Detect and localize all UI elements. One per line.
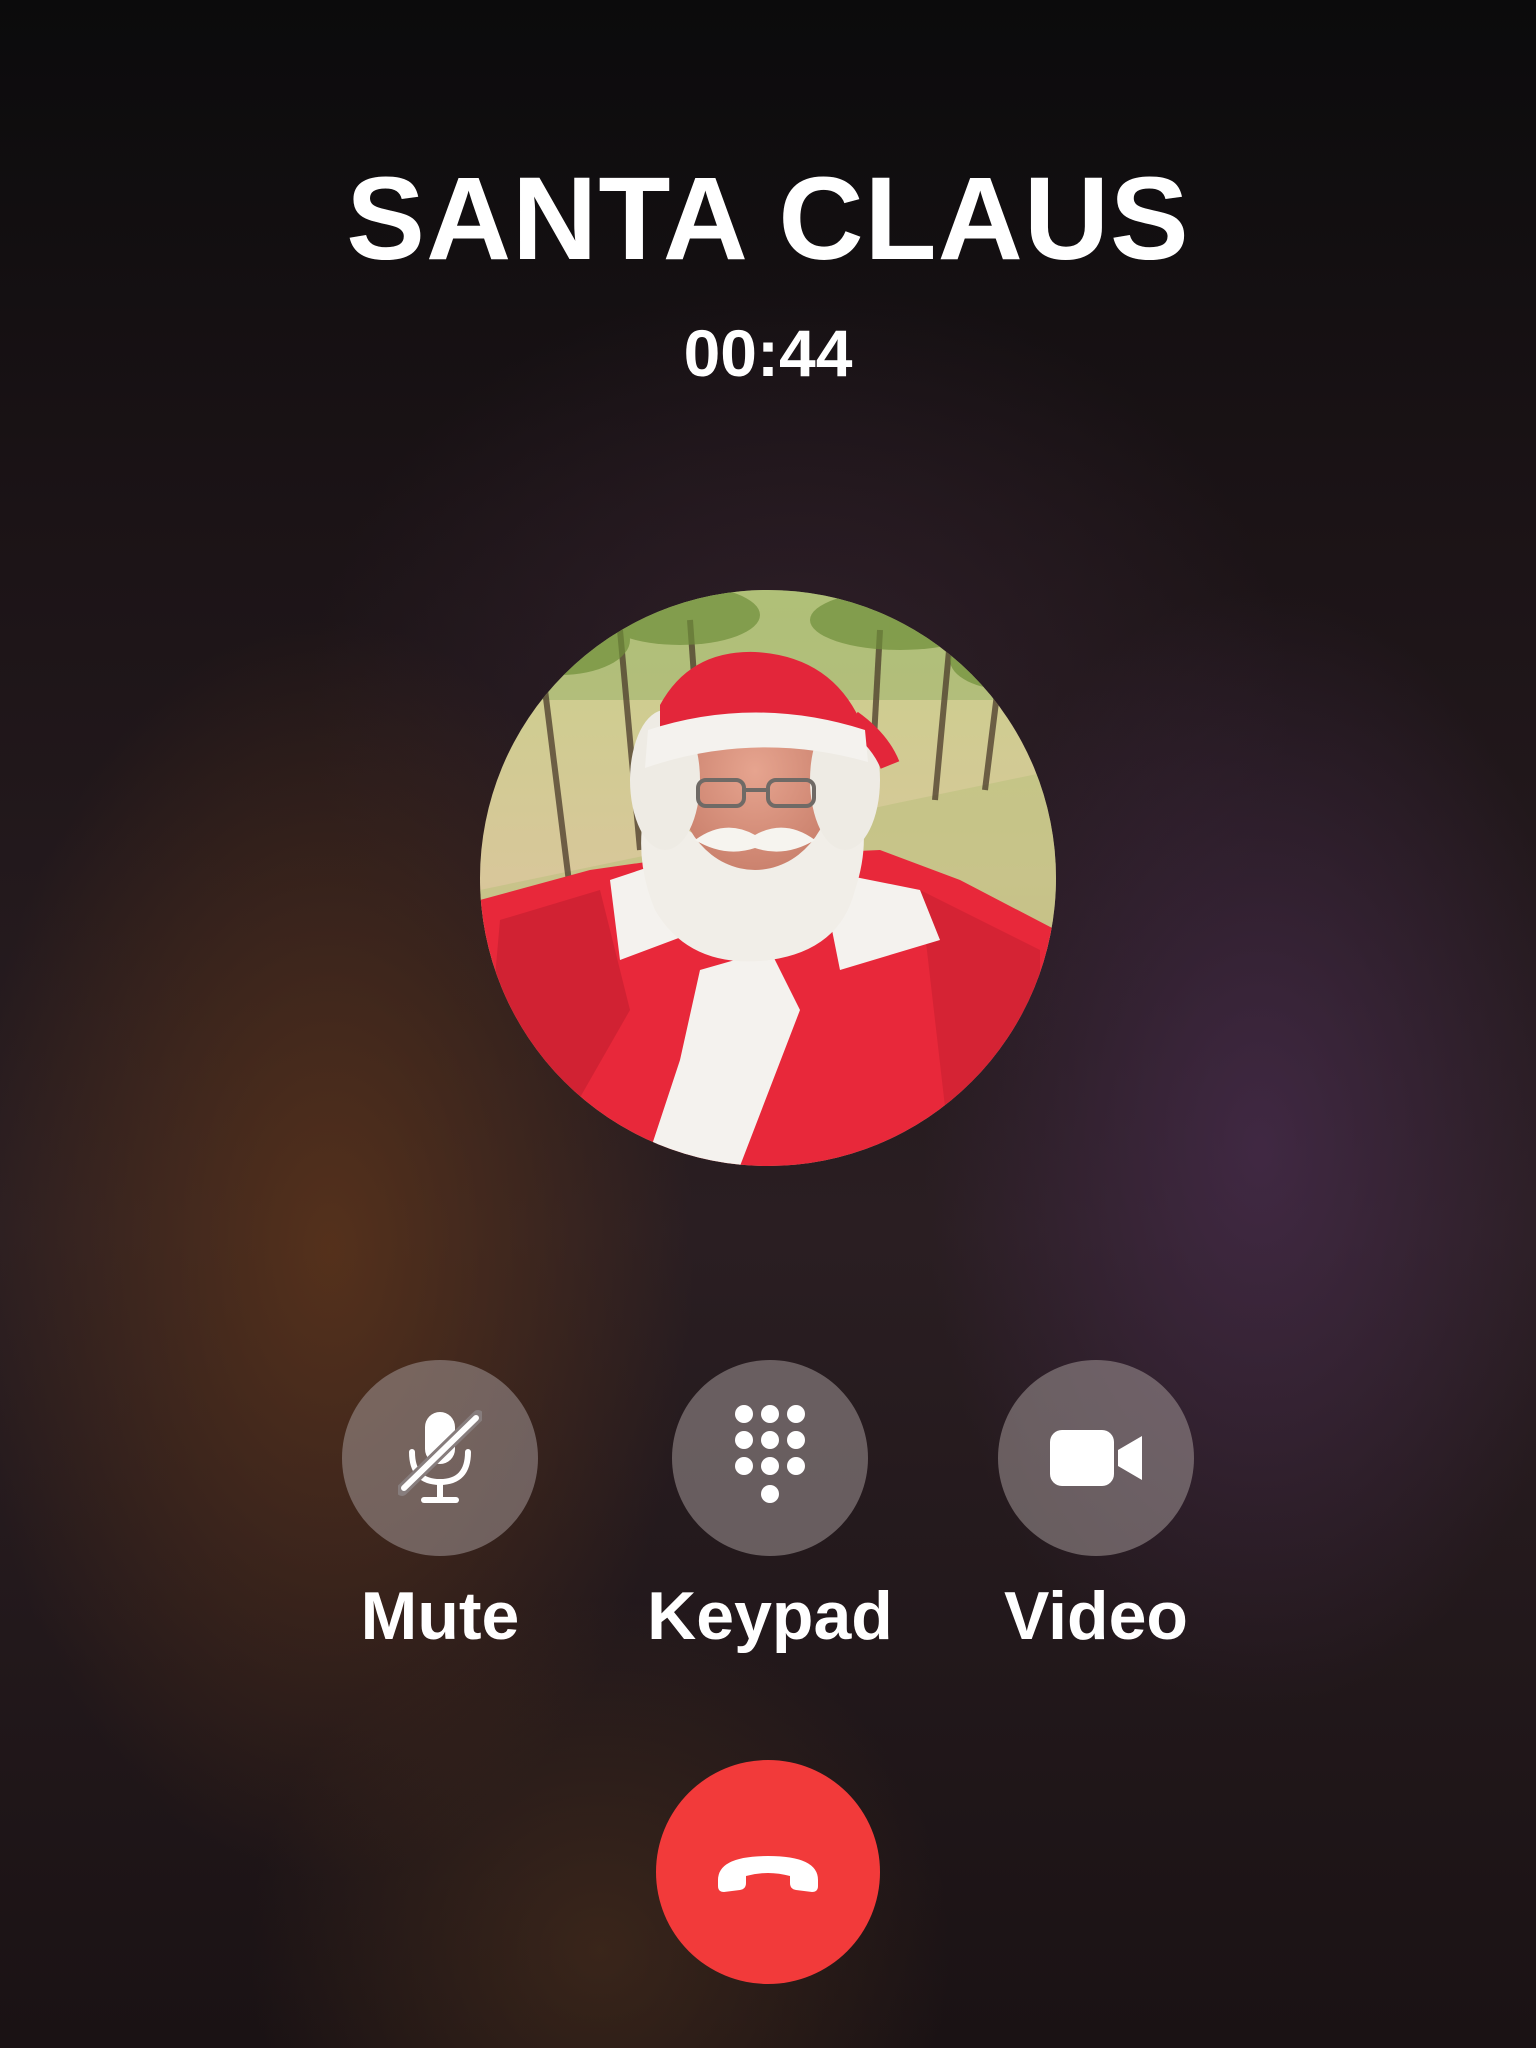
microphone-slash-icon — [398, 1410, 482, 1503]
video-camera-icon — [1050, 1430, 1142, 1486]
keypad-label: Keypad — [647, 1578, 893, 1654]
mute-button[interactable]: Mute — [290, 1360, 590, 1658]
keypad-icon — [735, 1405, 805, 1503]
keypad-button-circle[interactable] — [672, 1360, 868, 1556]
phone-down-icon — [718, 1856, 818, 1892]
contact-avatar — [480, 590, 1056, 1166]
video-label: Video — [1004, 1578, 1188, 1654]
video-button-circle[interactable] — [998, 1360, 1194, 1556]
call-duration: 00:44 — [683, 316, 853, 390]
mute-button-circle[interactable] — [342, 1360, 538, 1556]
mute-label: Mute — [360, 1578, 520, 1654]
video-button[interactable]: Video — [946, 1360, 1246, 1658]
caller-name: SANTA CLAUS — [346, 153, 1190, 285]
end-call-button[interactable] — [656, 1760, 880, 1984]
keypad-button[interactable]: Keypad — [620, 1360, 920, 1658]
